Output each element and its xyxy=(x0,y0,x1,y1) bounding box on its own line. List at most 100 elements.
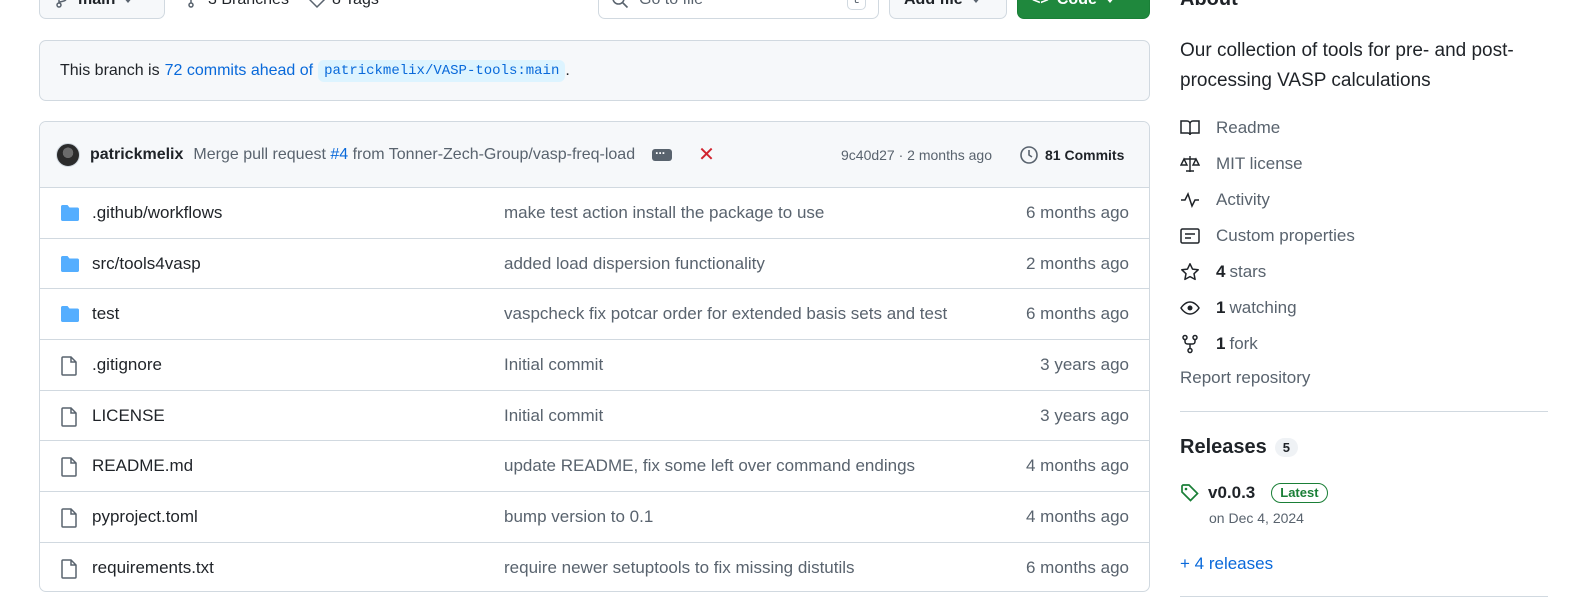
code-label: Code xyxy=(1057,0,1097,9)
git-branch-icon xyxy=(188,0,194,8)
releases-count-badge: 5 xyxy=(1274,438,1298,457)
commits-count-label: 81 Commits xyxy=(1045,147,1125,163)
table-row[interactable]: pyproject.toml bump version to 0.1 4 mon… xyxy=(40,492,1149,543)
table-row[interactable]: README.md update README, fix some left o… xyxy=(40,441,1149,493)
banner-suffix: . xyxy=(565,61,570,79)
file-name[interactable]: pyproject.toml xyxy=(92,507,198,527)
forks-label: fork xyxy=(1229,334,1258,353)
file-commit-message[interactable]: vaspcheck fix potcar order for extended … xyxy=(504,304,947,324)
pulse-icon xyxy=(1180,190,1200,210)
branches-link[interactable]: 3 Branches xyxy=(186,0,289,19)
branch-ahead-banner: This branch is 72 commits ahead of patri… xyxy=(39,40,1150,101)
watching-text: 1 watching xyxy=(1216,298,1297,318)
banner-prefix: This branch is xyxy=(60,61,160,79)
file-commit-message[interactable]: Initial commit xyxy=(504,406,603,426)
watching-link[interactable]: 1 watching xyxy=(1180,290,1355,326)
add-file-label: Add file xyxy=(904,0,963,9)
release-version[interactable]: v0.0.3 xyxy=(1208,483,1255,503)
file-name[interactable]: LICENSE xyxy=(92,406,165,426)
latest-release[interactable]: v0.0.3 Latest xyxy=(1180,483,1328,503)
table-row[interactable]: requirements.txt require newer setuptool… xyxy=(40,543,1149,591)
table-row[interactable]: .github/workflows make test action insta… xyxy=(40,188,1149,239)
sidebar-divider xyxy=(1180,411,1548,412)
avatar[interactable] xyxy=(56,142,80,167)
commit-hash-time[interactable]: 9c40d27 · 2 months ago xyxy=(841,122,992,188)
forks-link[interactable]: 1 fork xyxy=(1180,326,1355,362)
code-button[interactable]: <> Code xyxy=(1017,0,1150,19)
file-commit-date: 6 months ago xyxy=(1025,304,1129,324)
file-commit-date: 2 months ago xyxy=(1025,253,1129,273)
forks-count: 1 xyxy=(1216,334,1226,353)
file-name[interactable]: src/tools4vasp xyxy=(92,254,201,274)
activity-link[interactable]: Activity xyxy=(1180,182,1355,218)
latest-commit-bar: patrickmelix Merge pull request #4 from … xyxy=(40,122,1149,188)
file-commit-date: 3 years ago xyxy=(1040,354,1129,374)
releases-title: Releases xyxy=(1180,436,1267,458)
go-to-file-input[interactable]: Go to file t xyxy=(598,0,879,19)
file-name[interactable]: .github/workflows xyxy=(92,203,222,223)
release-date: on Dec 4, 2024 xyxy=(1209,510,1304,526)
forks-text: 1 fork xyxy=(1216,334,1258,354)
history-icon xyxy=(1020,146,1038,164)
star-icon xyxy=(1180,262,1200,282)
license-link[interactable]: MIT license xyxy=(1180,146,1355,182)
custom-properties-link[interactable]: Custom properties xyxy=(1180,218,1355,254)
stars-count: 4 xyxy=(1216,262,1226,281)
eye-icon xyxy=(1180,298,1200,318)
commits-history-link[interactable]: 81 Commits xyxy=(1019,122,1124,188)
file-commit-message[interactable]: update README, fix some left over comman… xyxy=(504,456,915,476)
file-commit-message[interactable]: require newer setuptools to fix missing … xyxy=(504,558,855,578)
table-row[interactable]: LICENSE Initial commit 3 years ago xyxy=(40,391,1149,442)
file-icon xyxy=(60,356,80,376)
file-commit-message[interactable]: make test action install the package to … xyxy=(504,203,824,223)
about-heading: About xyxy=(1180,0,1238,11)
stars-text: 4 stars xyxy=(1216,262,1266,282)
file-name[interactable]: test xyxy=(92,304,119,324)
stars-link[interactable]: 4 stars xyxy=(1180,254,1355,290)
commits-ahead-link[interactable]: 72 commits ahead of xyxy=(165,62,314,80)
more-releases-link[interactable]: + 4 releases xyxy=(1180,554,1273,574)
file-table: patrickmelix Merge pull request #4 from … xyxy=(39,121,1150,592)
commit-message[interactable]: Merge pull request #4 from Tonner-Zech-G… xyxy=(193,146,635,164)
file-icon xyxy=(60,406,80,427)
report-repository-link[interactable]: Report repository xyxy=(1180,368,1310,388)
table-row[interactable]: test vaspcheck fix potcar order for exte… xyxy=(40,289,1149,341)
book-icon xyxy=(1180,118,1200,138)
search-icon xyxy=(612,0,629,9)
file-commit-message[interactable]: Initial commit xyxy=(504,355,603,375)
file-commit-message[interactable]: added load dispersion functionality xyxy=(504,254,765,274)
folder-icon xyxy=(60,305,80,323)
x-icon[interactable]: ✕ xyxy=(698,145,715,165)
table-row[interactable]: .gitignore Initial commit 3 years ago xyxy=(40,340,1149,391)
tags-label: 8 Tags xyxy=(332,0,379,9)
repo-toolbar: main 3 Branches 8 Tags Go to file t Add … xyxy=(0,0,1160,19)
readme-link[interactable]: Readme xyxy=(1180,110,1355,146)
branch-name: main xyxy=(78,0,115,9)
releases-heading[interactable]: Releases 5 xyxy=(1180,436,1298,459)
tag-icon xyxy=(309,0,326,9)
commit-message-suffix: from Tonner-Zech-Group/vasp-freq-load xyxy=(352,145,636,163)
branch-selector-button[interactable]: main xyxy=(39,0,165,19)
custom-properties-label: Custom properties xyxy=(1216,226,1355,245)
fork-icon xyxy=(1180,334,1200,354)
commit-author[interactable]: patrickmelix xyxy=(90,146,183,164)
readme-label: Readme xyxy=(1216,118,1281,137)
file-name[interactable]: .gitignore xyxy=(92,355,162,375)
activity-label: Activity xyxy=(1216,190,1270,209)
table-row[interactable]: src/tools4vasp added load dispersion fun… xyxy=(40,239,1149,290)
chevron-down-icon xyxy=(970,0,981,3)
commit-message-prefix: Merge pull request xyxy=(193,145,326,163)
file-commit-message[interactable]: bump version to 0.1 xyxy=(504,507,653,527)
file-name[interactable]: README.md xyxy=(92,456,193,476)
folder-icon xyxy=(60,204,80,222)
file-commit-date: 3 years ago xyxy=(1040,405,1129,425)
expand-commit-button[interactable] xyxy=(652,143,673,161)
note-icon xyxy=(1180,226,1200,246)
chevron-down-icon xyxy=(1104,0,1115,3)
pull-request-link[interactable]: #4 xyxy=(330,146,348,163)
tags-link[interactable]: 8 Tags xyxy=(308,0,379,19)
upstream-ref[interactable]: patrickmelix/VASP-tools:main xyxy=(318,59,566,82)
repo-description: Our collection of tools for pre- and pos… xyxy=(1180,40,1514,91)
file-name[interactable]: requirements.txt xyxy=(92,558,214,578)
add-file-button[interactable]: Add file xyxy=(889,0,1007,19)
